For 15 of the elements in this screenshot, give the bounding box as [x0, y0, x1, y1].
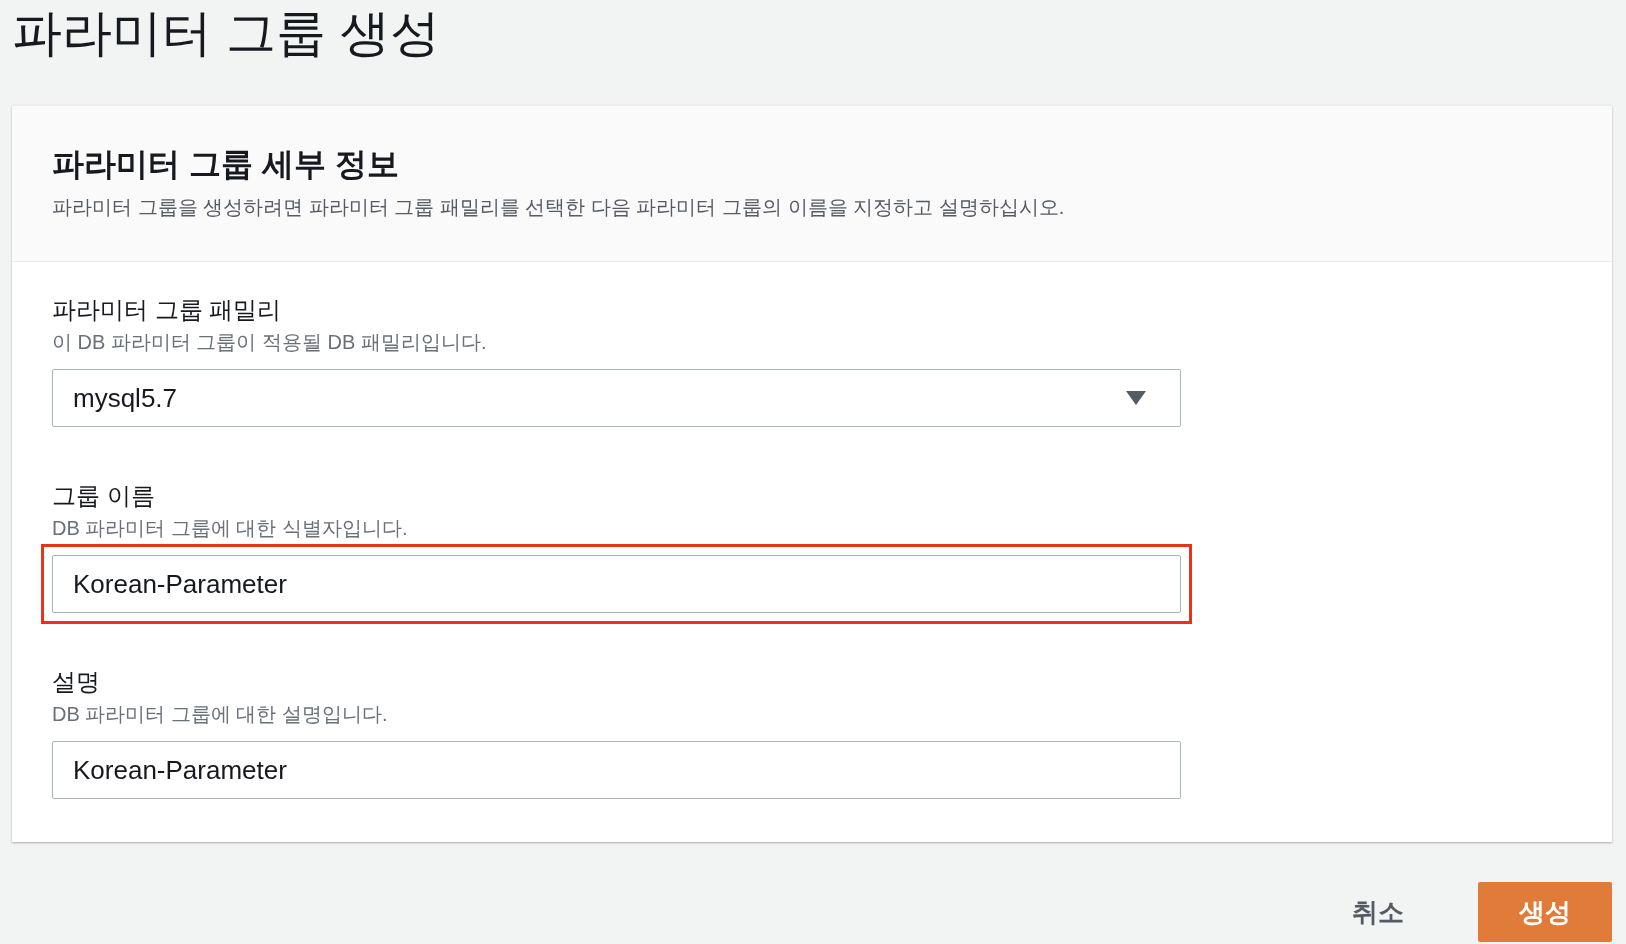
- field-label: 파라미터 그룹 패밀리: [52, 295, 283, 325]
- caret-icon: [1126, 391, 1146, 405]
- field-hint: 이 DB 파라미터 그룹이 적용될 DB 패밀리입니다.: [52, 330, 488, 355]
- field-label: 그룹 이름: [52, 481, 156, 511]
- family-select[interactable]: mysql5.7: [52, 369, 1181, 427]
- field-hint: DB 파라미터 그룹에 대한 식별자입니다.: [52, 516, 409, 541]
- text-field[interactable]: Korean-Parameter: [52, 555, 1181, 613]
- section-description: 파라미터 그룹을 생성하려면 파라미터 그룹 패밀리를 선택한 다음 파라미터 그룹의 이름을 지정하고 설명하십시오.: [52, 195, 1066, 220]
- text-field[interactable]: Korean-Parameter: [52, 741, 1181, 799]
- page-title: 파라미터 그룹 생성: [12, 4, 441, 63]
- cancel-button[interactable]: 취소: [1344, 886, 1412, 938]
- section-heading: 파라미터 그룹 세부 정보: [52, 145, 400, 184]
- select-value: mysql5.7: [73, 382, 178, 414]
- field-label: 설명: [52, 667, 101, 697]
- field-hint: DB 파라미터 그룹에 대한 설명입니다.: [52, 702, 389, 727]
